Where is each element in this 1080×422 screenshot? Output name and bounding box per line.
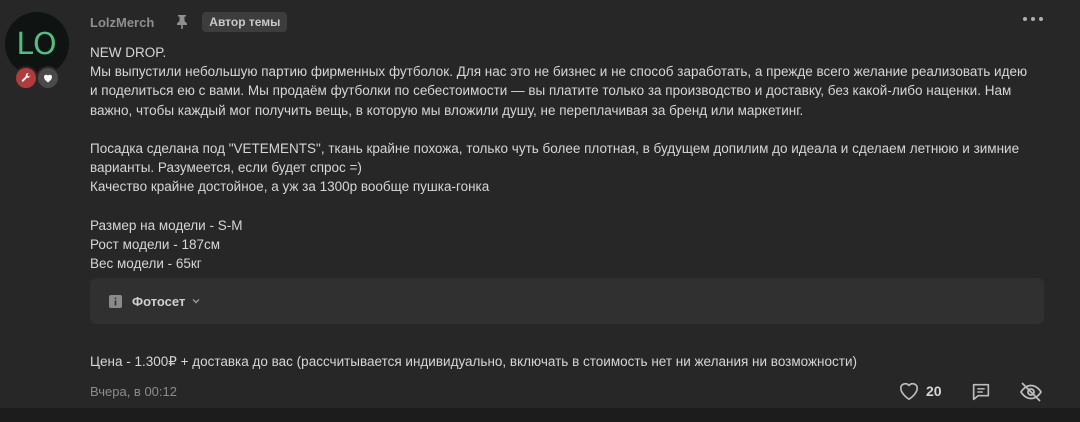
page-background: [0, 408, 1080, 422]
avatar[interactable]: LO: [5, 12, 69, 76]
post-text-line: и поделиться ею с вами. Мы продаём футбо…: [90, 83, 1012, 99]
chevron-down-icon: [191, 296, 201, 306]
heart-outline-icon: [898, 381, 920, 401]
heart-icon: [36, 66, 60, 90]
pin-icon: [176, 15, 188, 29]
post-text-line: Посадка сделана под "VETEMENTS", ткань к…: [90, 141, 1020, 156]
post-text-line: Размер на модели - S-M: [90, 217, 243, 233]
forum-post: LO LolzMerch Автор темы NEW DROP. Мы вып…: [0, 0, 1080, 408]
more-dots-icon[interactable]: [1023, 17, 1043, 21]
avatar-initials: LO: [16, 26, 58, 62]
author-tag: Автор темы: [202, 12, 288, 32]
post-text-line: важно, чтобы каждый мог получить вещь, в…: [90, 102, 804, 118]
post-text-line: Вес модели - 65кг: [90, 256, 202, 272]
price-line: Цена - 1.300₽ + доставка до вас (рассчит…: [90, 354, 857, 369]
post-text-line: Мы выпустили небольшую партию фирменных …: [90, 64, 1028, 80]
post-text-line: Качество крайне достойное, а уж за 1300р…: [90, 179, 490, 195]
eye-off-icon: [1019, 380, 1043, 404]
post-text-line: NEW DROP.: [90, 45, 167, 60]
post-text-line: варианты. Разумеется, если будет спрос =…: [90, 160, 362, 176]
like-count: 20: [926, 383, 942, 399]
post-body: NEW DROP. Мы выпустили небольшую партию …: [90, 43, 1050, 273]
post-header: LolzMerch Автор темы: [90, 12, 288, 32]
photoset-spoiler[interactable]: Фотосет: [90, 278, 1044, 324]
reply-button[interactable]: [970, 381, 992, 403]
info-icon: [109, 294, 122, 308]
wrench-icon: [14, 66, 38, 90]
username-link[interactable]: LolzMerch: [90, 15, 154, 30]
post-text-line: Рост модели - 187см: [90, 237, 221, 252]
comment-icon: [970, 381, 992, 403]
like-button[interactable]: 20: [898, 381, 942, 401]
post-timestamp[interactable]: Вчера, в 00:12: [90, 384, 177, 399]
spoiler-label: Фотосет: [132, 293, 186, 309]
hide-button[interactable]: [1019, 380, 1043, 404]
